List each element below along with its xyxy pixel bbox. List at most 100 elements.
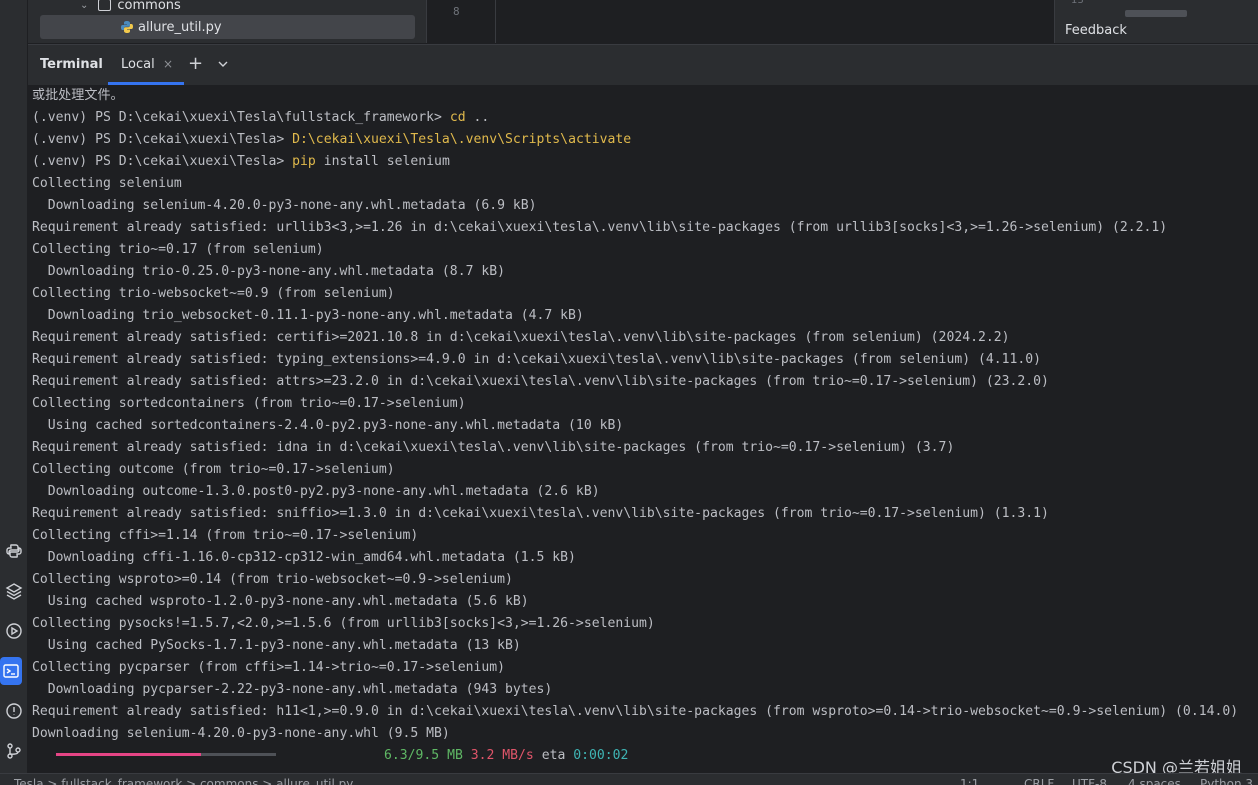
line-number: 8 xyxy=(453,5,460,18)
terminal-line: (.venv) PS D:\cekai\xuexi\Tesla\fullstac… xyxy=(32,107,489,129)
line-text: Collecting pycparser (from cffi>=1.14->t… xyxy=(32,660,505,675)
problems-icon[interactable] xyxy=(0,697,27,725)
line-text: Using cached wsproto-1.2.0-py3-none-any.… xyxy=(32,594,529,609)
run-icon[interactable] xyxy=(0,617,27,645)
terminal-line: Downloading selenium-4.20.0-py3-none-any… xyxy=(32,723,450,745)
line-text: Requirement already satisfied: attrs>=23… xyxy=(32,374,1049,389)
terminal-line: Collecting sortedcontainers (from trio~=… xyxy=(32,393,466,415)
terminal-line: Collecting trio-websocket~=0.9 (from sel… xyxy=(32,283,395,305)
line-text: Using cached sortedcontainers-2.4.0-py2.… xyxy=(32,418,624,433)
download-progress-bar xyxy=(56,753,276,756)
folder-icon xyxy=(98,0,112,11)
line-text: (.venv) PS D:\cekai\xuexi\Tesla\fullstac… xyxy=(32,110,450,125)
terminal-line: Using cached sortedcontainers-2.4.0-py2.… xyxy=(32,415,623,437)
terminal-line: Downloading outcome-1.3.0.post0-py2.py3-… xyxy=(32,481,600,503)
chevron-down-icon[interactable] xyxy=(217,55,229,74)
terminal-line: Using cached PySocks-1.7.1-py3-none-any.… xyxy=(32,635,521,657)
terminal-line: Requirement already satisfied: typing_ex… xyxy=(32,349,1041,371)
tab-local[interactable]: Local × xyxy=(108,45,184,85)
terminal-line: Requirement already satisfied: attrs>=23… xyxy=(32,371,1049,393)
line-text: Requirement already satisfied: urllib3<3… xyxy=(32,220,1168,235)
terminal-line: Using cached wsproto-1.2.0-py3-none-any.… xyxy=(32,591,529,613)
terminal-line: Requirement already satisfied: sniffio>=… xyxy=(32,503,1049,525)
side-line-number: 13 xyxy=(1071,0,1084,6)
line-text: Collecting wsproto>=0.14 (from trio-webs… xyxy=(32,572,513,587)
editor-gutter: 8 xyxy=(427,0,496,43)
terminal-line: Collecting outcome (from trio~=0.17->sel… xyxy=(32,459,395,481)
terminal-header: Terminal Local × + xyxy=(28,44,1258,85)
terminal-line: Requirement already satisfied: h11<1,>=0… xyxy=(32,701,1238,723)
progress-speed: 3.2 MB/s xyxy=(470,748,534,763)
terminal-line: Requirement already satisfied: certifi>=… xyxy=(32,327,1010,349)
terminal-line: Collecting cffi>=1.14 (from trio~=0.17->… xyxy=(32,525,418,547)
progress-readout: 6.3/9.5 MB 3.2 MB/s eta 0:00:02 xyxy=(384,745,628,767)
line-text: Requirement already satisfied: sniffio>=… xyxy=(32,506,1049,521)
command-args: install selenium xyxy=(315,154,450,169)
line-text: (.venv) PS D:\cekai\xuexi\Tesla> xyxy=(32,154,293,169)
progress-eta: 0:00:02 xyxy=(573,748,629,763)
line-text: Downloading selenium-4.20.0-py3-none-any… xyxy=(32,726,450,741)
line-text: Collecting outcome (from trio~=0.17->sel… xyxy=(32,462,395,477)
git-icon[interactable] xyxy=(0,737,27,765)
chevron-down-icon: ⌄ xyxy=(80,0,89,11)
python-packages-icon[interactable] xyxy=(0,537,27,565)
terminal-line: Downloading selenium-4.20.0-py3-none-any… xyxy=(32,195,537,217)
progress-fill xyxy=(56,753,202,756)
feedback-link[interactable]: Feedback xyxy=(1065,23,1127,38)
line-text: (.venv) PS D:\cekai\xuexi\Tesla> xyxy=(32,132,293,147)
line-text: Requirement already satisfied: h11<1,>=0… xyxy=(32,704,1239,719)
line-text: Using cached PySocks-1.7.1-py3-none-any.… xyxy=(32,638,521,653)
project-tree: ⌄ commons allure_util.py xyxy=(28,0,426,43)
terminal-line: Downloading cffi-1.16.0-cp312-cp312-win_… xyxy=(32,547,576,569)
line-text: Downloading pycparser-2.22-py3-none-any.… xyxy=(32,682,553,697)
new-tab-icon[interactable]: + xyxy=(188,53,203,74)
terminal-line: Requirement already satisfied: idna in d… xyxy=(32,437,954,459)
line-text: Collecting trio~=0.17 (from selenium) xyxy=(32,242,324,257)
line-text: Downloading trio_websocket-0.11.1-py3-no… xyxy=(32,308,584,323)
terminal-icon[interactable] xyxy=(0,657,22,685)
tool-window-strip xyxy=(0,0,28,784)
terminal-line: Collecting selenium xyxy=(32,173,182,195)
line-text: Requirement already satisfied: idna in d… xyxy=(32,440,955,455)
status-bar: Tesla > fullstack_framework > commons > … xyxy=(0,773,1258,785)
tab-label: Local xyxy=(121,57,155,72)
tree-file-label: allure_util.py xyxy=(138,19,222,35)
close-icon[interactable]: × xyxy=(163,57,173,71)
python-file-icon xyxy=(120,20,134,34)
terminal-line: (.venv) PS D:\cekai\xuexi\Tesla> pip ins… xyxy=(32,151,450,173)
line-text: Collecting sortedcontainers (from trio~=… xyxy=(32,396,466,411)
terminal-line: 或批处理文件。 xyxy=(32,85,124,107)
line-text: Requirement already satisfied: typing_ex… xyxy=(32,352,1042,367)
line-text: 或批处理文件。 xyxy=(32,88,124,103)
line-text: Downloading trio-0.25.0-py3-none-any.whl… xyxy=(32,264,505,279)
terminal-line: Collecting pysocks!=1.5.7,<2.0,>=1.5.6 (… xyxy=(32,613,655,635)
command-text: cd xyxy=(449,110,466,125)
tree-folder-label: commons xyxy=(117,0,181,13)
terminal-line: Collecting trio~=0.17 (from selenium) xyxy=(32,239,324,261)
command-args: .. xyxy=(465,110,490,125)
line-text: Collecting selenium xyxy=(32,176,182,191)
line-text: Downloading cffi-1.16.0-cp312-cp312-win_… xyxy=(32,550,576,565)
tree-file-allure-util[interactable]: allure_util.py xyxy=(40,15,415,39)
command-text: pip xyxy=(292,154,316,169)
terminal-title: Terminal xyxy=(40,57,103,72)
command-text: D:\cekai\xuexi\Tesla\.venv\Scripts\activ… xyxy=(292,132,632,147)
terminal-line: (.venv) PS D:\cekai\xuexi\Tesla> D:\ceka… xyxy=(32,129,631,151)
scroll-thumb[interactable] xyxy=(1125,10,1187,17)
layers-icon[interactable] xyxy=(0,577,27,605)
terminal-line: Downloading pycparser-2.22-py3-none-any.… xyxy=(32,679,553,701)
terminal-line: Downloading trio-0.25.0-py3-none-any.whl… xyxy=(32,261,505,283)
line-text: Downloading selenium-4.20.0-py3-none-any… xyxy=(32,198,537,213)
line-text: Downloading outcome-1.3.0.post0-py2.py3-… xyxy=(32,484,600,499)
eta-label: eta xyxy=(541,748,566,763)
terminal-line: Collecting pycparser (from cffi>=1.14->t… xyxy=(32,657,505,679)
terminal-line: Requirement already satisfied: urllib3<3… xyxy=(32,217,1167,239)
line-text: Requirement already satisfied: certifi>=… xyxy=(32,330,1010,345)
editor-area[interactable]: 8 xyxy=(426,0,1055,43)
line-text: Collecting trio-websocket~=0.9 (from sel… xyxy=(32,286,395,301)
line-text: Collecting pysocks!=1.5.7,<2.0,>=1.5.6 (… xyxy=(32,616,655,631)
terminal-output[interactable]: 6.3/9.5 MB 3.2 MB/s eta 0:00:02 或批处理文件。 (… xyxy=(28,85,1258,773)
terminal-line: Collecting wsproto>=0.14 (from trio-webs… xyxy=(32,569,513,591)
progress-size: 6.3/9.5 MB xyxy=(384,748,463,763)
terminal-line: Downloading trio_websocket-0.11.1-py3-no… xyxy=(32,305,584,327)
